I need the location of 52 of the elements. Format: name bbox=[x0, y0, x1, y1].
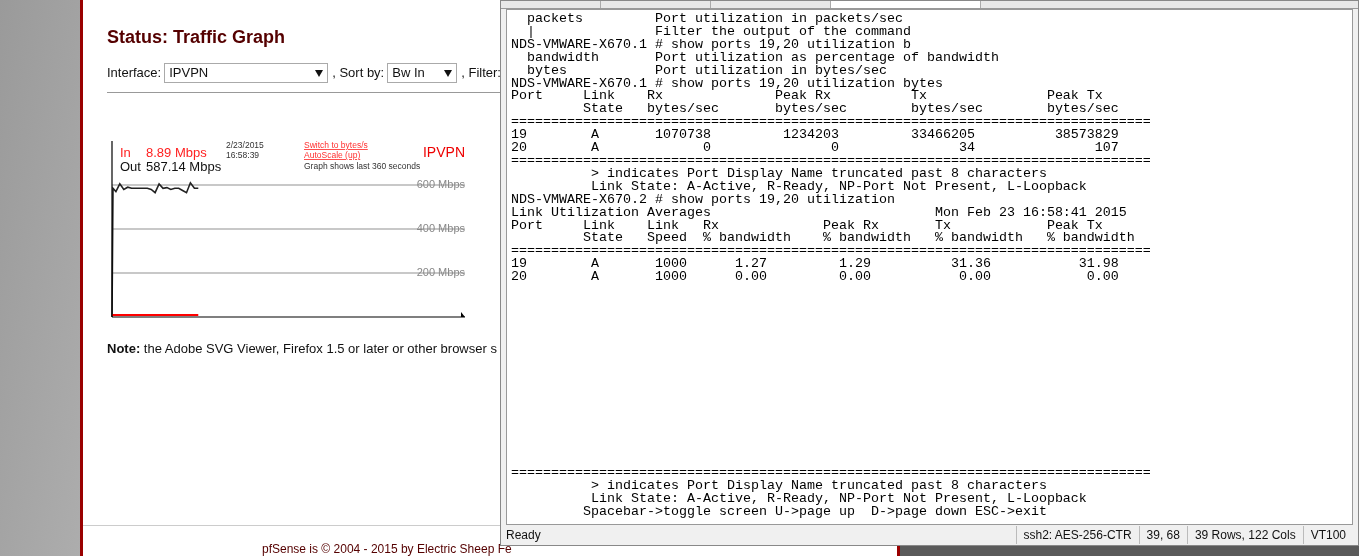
graph-link[interactable]: Switch to bytes/s bbox=[304, 140, 368, 150]
terminal-line: Spacebar->toggle screen U->page up D->page down ESC->exit bbox=[581, 506, 1047, 519]
status-text: VT100 bbox=[1302, 526, 1353, 544]
graph-date: 2/23/2015 bbox=[226, 140, 264, 150]
terminal-line: ================================================================================ bbox=[511, 467, 1151, 481]
terminal-line: Port Link Rx Peak Rx Tx Peak Tx bbox=[511, 90, 1103, 104]
terminal-line: ================================================================================ bbox=[511, 245, 1151, 259]
in-value: 8.89 Mbps bbox=[146, 145, 207, 160]
grid-label: 400 Mbps bbox=[416, 222, 465, 234]
terminal-line: > indicates Port Display Name truncated past 8 characters bbox=[589, 167, 1047, 181]
graph-caption: Graph shows last 360 seconds bbox=[304, 161, 421, 171]
terminal-line: State bytes/sec bytes/sec bytes/sec bytes/sec bbox=[581, 103, 1119, 117]
grid-label: 600 Mbps bbox=[416, 178, 465, 190]
out-label: Out bbox=[120, 159, 141, 174]
caret-icon bbox=[444, 69, 453, 77]
interface-name: IPVPN bbox=[423, 144, 465, 160]
terminal-line: Link State: A-Active, R-Ready, NP-Port Not Present, L-Loopback bbox=[589, 180, 1087, 194]
terminal-line: NDS-VMWARE-X670.1 # show ports 19,20 utilization b bbox=[511, 38, 911, 52]
status-text: Ready bbox=[506, 527, 542, 544]
terminal-line: NDS-VMWARE-X670.2 # show ports 19,20 utilization bbox=[511, 193, 895, 207]
terminal-line: ================================================================================ bbox=[511, 116, 1151, 130]
dropdown[interactable]: Bw In bbox=[387, 63, 458, 83]
caret-icon bbox=[315, 69, 324, 77]
filter-label: Interface: bbox=[107, 64, 162, 83]
note-text: Note: the Adobe SVG Viewer, Firefox 1.5 or later or other browser s bbox=[107, 340, 498, 358]
terminal-line: 19 A 1070738 1234203 33466205 38573829 bbox=[511, 129, 1119, 143]
terminal-line: packets Port utilization in packets/sec bbox=[526, 13, 903, 26]
page-title: Status: Traffic Graph bbox=[107, 26, 286, 48]
in-label: In bbox=[120, 145, 131, 160]
terminal-line: bytes Port utilization in bytes/sec bbox=[526, 64, 887, 78]
terminal-line: | Filter the output of the command bbox=[526, 25, 911, 39]
terminal-line: State Speed % bandwidth % bandwidth % bandwidth % bandwidth bbox=[581, 232, 1135, 246]
grid-label: 200 Mbps bbox=[416, 266, 465, 278]
terminal-line: Port Link Link Rx Peak Rx Tx Peak Tx bbox=[511, 219, 1103, 233]
status-text: 39 Rows, 122 Cols bbox=[1186, 526, 1303, 544]
terminal-line: Link Utilization Averages Mon Feb 23 16:58:41 2015 bbox=[511, 206, 1127, 220]
status-text: 39, 68 bbox=[1138, 526, 1187, 544]
terminal-line: Link State: A-Active, R-Ready, NP-Port Not Present, L-Loopback bbox=[590, 493, 1087, 507]
filter-label: , Filter: bbox=[461, 64, 501, 83]
terminal-line: bandwidth Port utilization as percentage of bandwidth bbox=[526, 51, 999, 65]
terminal-line: 20 A 0 0 34 107 bbox=[511, 142, 1119, 155]
terminal-line: 20 A 1000 0.00 0.00 0.00 0.00 bbox=[511, 271, 1119, 285]
terminal-line: 19 A 1000 1.27 1.29 31.36 31.98 bbox=[511, 258, 1119, 272]
dropdown[interactable]: IPVPN bbox=[164, 63, 329, 83]
out-value: 587.14 Mbps bbox=[146, 159, 222, 174]
graph-link[interactable]: AutoScale (up) bbox=[304, 150, 361, 160]
status-text: ssh2: AES-256-CTR bbox=[1015, 526, 1139, 544]
terminal-line: NDS-VMWARE-X670.1 # show ports 19,20 utilization bytes bbox=[511, 77, 943, 91]
terminal-line: ================================================================================ bbox=[511, 154, 1151, 168]
filter-label: , Sort by: bbox=[332, 64, 385, 83]
graph-time: 16:58:39 bbox=[226, 150, 260, 160]
terminal-line: > indicates Port Display Name truncated past 8 characters bbox=[589, 480, 1047, 494]
